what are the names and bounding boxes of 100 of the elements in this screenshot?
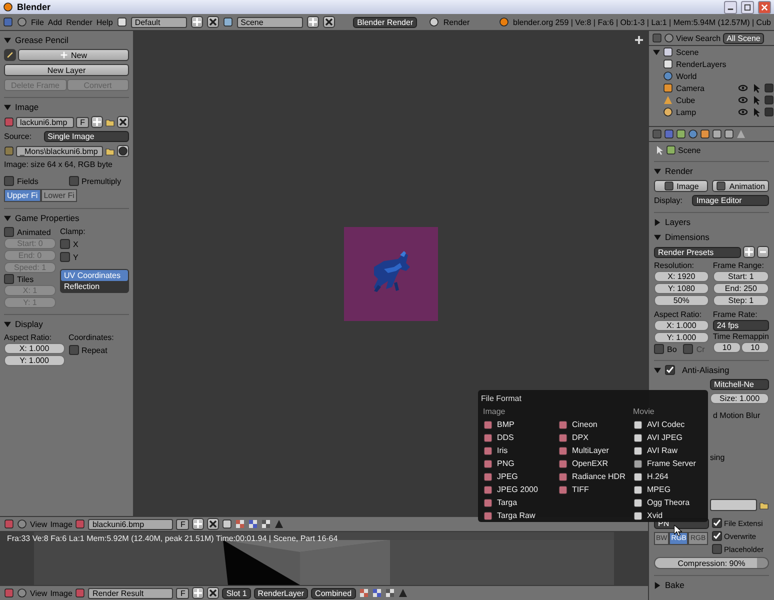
slot-dropdown[interactable]: Slot 1 — [222, 588, 251, 598]
reload-button[interactable] — [117, 145, 129, 157]
checkbox[interactable] — [4, 176, 14, 186]
number-field[interactable]: X: 1.000 — [654, 320, 709, 331]
outliner-item[interactable]: Cube — [676, 96, 696, 104]
add-button[interactable] — [743, 246, 755, 258]
expanded-triangle-icon[interactable] — [4, 320, 11, 328]
menu-item[interactable]: DDS — [497, 432, 514, 442]
expanded-triangle-icon[interactable] — [654, 366, 661, 374]
menu-item[interactable]: MultiLayer — [572, 446, 609, 456]
collapsed-triangle-icon[interactable] — [654, 218, 661, 226]
number-field[interactable]: Y: 1.000 — [4, 355, 64, 366]
menu-item[interactable]: Ogg Theora — [647, 498, 690, 508]
add-button[interactable] — [192, 587, 204, 599]
number-field[interactable]: 10 — [712, 342, 741, 353]
dot-icon[interactable] — [664, 33, 674, 43]
menu-item[interactable]: Add — [48, 18, 62, 26]
mapping-option[interactable]: Reflection — [61, 281, 128, 292]
number-field[interactable]: Y: 1.000 — [654, 332, 709, 343]
field-order-toggle[interactable]: Upper Fi — [4, 189, 41, 202]
number-field[interactable]: Start: 1 — [712, 271, 769, 282]
checkbox[interactable] — [68, 345, 78, 355]
menu-item[interactable]: View — [676, 34, 694, 42]
menu-item[interactable]: View — [30, 588, 48, 598]
minimize-button[interactable] — [724, 0, 737, 14]
filter-dropdown[interactable]: Mitchell-Ne — [710, 379, 769, 390]
menu-item[interactable]: Targa Raw — [497, 510, 536, 520]
fake-user-toggle[interactable]: F — [176, 588, 190, 598]
render-engine-dropdown[interactable]: Blender Render — [353, 16, 418, 28]
menu-item[interactable]: Iris — [497, 446, 508, 456]
checkbox[interactable] — [60, 252, 70, 262]
checkbox[interactable] — [654, 344, 664, 354]
menu-item[interactable]: PNG — [497, 458, 514, 468]
close-button[interactable] — [207, 518, 220, 530]
image-icon[interactable] — [75, 519, 86, 530]
alpha-icon[interactable] — [248, 519, 258, 530]
eye-icon[interactable] — [738, 107, 748, 117]
editor-type-icon[interactable] — [652, 33, 662, 43]
menu-item[interactable]: Targa — [497, 498, 518, 508]
filepath-field[interactable]: _Mons\blackuni6.bmp — [16, 146, 103, 156]
number-field[interactable]: Y: 1080 — [654, 283, 709, 294]
z-buffer-icon[interactable] — [261, 519, 272, 530]
menu-item[interactable]: JPEG 2000 — [497, 484, 538, 494]
compression-slider[interactable]: Compression: 90% — [654, 557, 769, 569]
outliner-item[interactable]: Camera — [676, 84, 704, 92]
menu-item[interactable]: BMP — [497, 420, 514, 430]
display-dropdown[interactable]: Image Editor — [692, 195, 769, 206]
frame-rate-dropdown[interactable]: 24 fps — [712, 320, 769, 331]
number-field[interactable]: 50% — [654, 295, 709, 306]
image-icon[interactable] — [4, 117, 14, 127]
menu-item[interactable]: Search — [695, 34, 721, 42]
presets-dropdown[interactable]: Render Presets — [654, 246, 741, 258]
expanded-triangle-icon[interactable] — [4, 36, 11, 44]
render-layer-dropdown[interactable]: RenderLayer — [254, 588, 308, 598]
layout-field[interactable]: Default — [130, 16, 187, 28]
dot-icon[interactable] — [17, 588, 27, 598]
image-name-field[interactable]: Render Result — [88, 588, 174, 598]
folder-icon[interactable] — [759, 500, 769, 510]
editor-type-icon[interactable] — [4, 588, 14, 598]
expanded-triangle-icon[interactable] — [654, 234, 661, 240]
menu-item[interactable]: AVI JPEG — [647, 432, 682, 442]
menu-item[interactable]: File — [31, 18, 44, 26]
menu-item[interactable]: TIFF — [572, 484, 589, 494]
menu-item[interactable]: JPEG — [497, 472, 518, 482]
menu-item[interactable]: AVI Codec — [647, 420, 685, 430]
pencil-button[interactable] — [4, 49, 16, 61]
panel-button[interactable]: New Layer — [4, 64, 129, 76]
plus-icon[interactable] — [634, 35, 644, 45]
render-pass-dropdown[interactable]: Combined — [311, 588, 356, 598]
editor-type-icon[interactable] — [4, 519, 14, 530]
number-field[interactable]: Step: 1 — [712, 295, 769, 306]
fake-user-toggle[interactable]: F — [176, 518, 190, 530]
menu-item[interactable]: AVI Raw — [647, 446, 678, 456]
alpha-icon[interactable] — [372, 588, 382, 598]
editor-type-icon[interactable] — [652, 129, 662, 139]
folder-icon[interactable] — [105, 146, 115, 156]
close-button[interactable] — [323, 16, 336, 28]
image-name-field[interactable]: blackuni6.bmp — [88, 518, 174, 530]
eye-icon[interactable] — [738, 83, 748, 93]
checkbox[interactable] — [60, 239, 70, 249]
maximize-button[interactable] — [741, 0, 754, 14]
info-icon[interactable] — [3, 17, 13, 27]
checkbox[interactable] — [4, 274, 14, 284]
expanded-triangle-icon[interactable] — [4, 104, 11, 110]
close-button[interactable] — [207, 587, 220, 599]
filter-dropdown[interactable]: All Scene — [722, 32, 764, 44]
menu-item[interactable]: Frame Server — [647, 458, 696, 468]
checkbox[interactable] — [4, 227, 14, 237]
output-path-field[interactable] — [710, 499, 757, 511]
number-field[interactable]: X: 1.000 — [4, 343, 64, 354]
checkbox[interactable] — [712, 518, 722, 528]
number-field[interactable]: 10 — [740, 342, 769, 353]
color-alpha-icon[interactable] — [358, 588, 369, 598]
checkbox[interactable] — [712, 544, 722, 554]
z-buffer-icon[interactable] — [384, 588, 395, 598]
mapping-option[interactable]: UV Coordinates — [61, 270, 128, 281]
render-button[interactable]: Image — [654, 180, 708, 192]
add-button[interactable] — [192, 518, 204, 530]
outliner-item[interactable]: World — [676, 72, 697, 80]
add-button[interactable] — [307, 16, 320, 28]
